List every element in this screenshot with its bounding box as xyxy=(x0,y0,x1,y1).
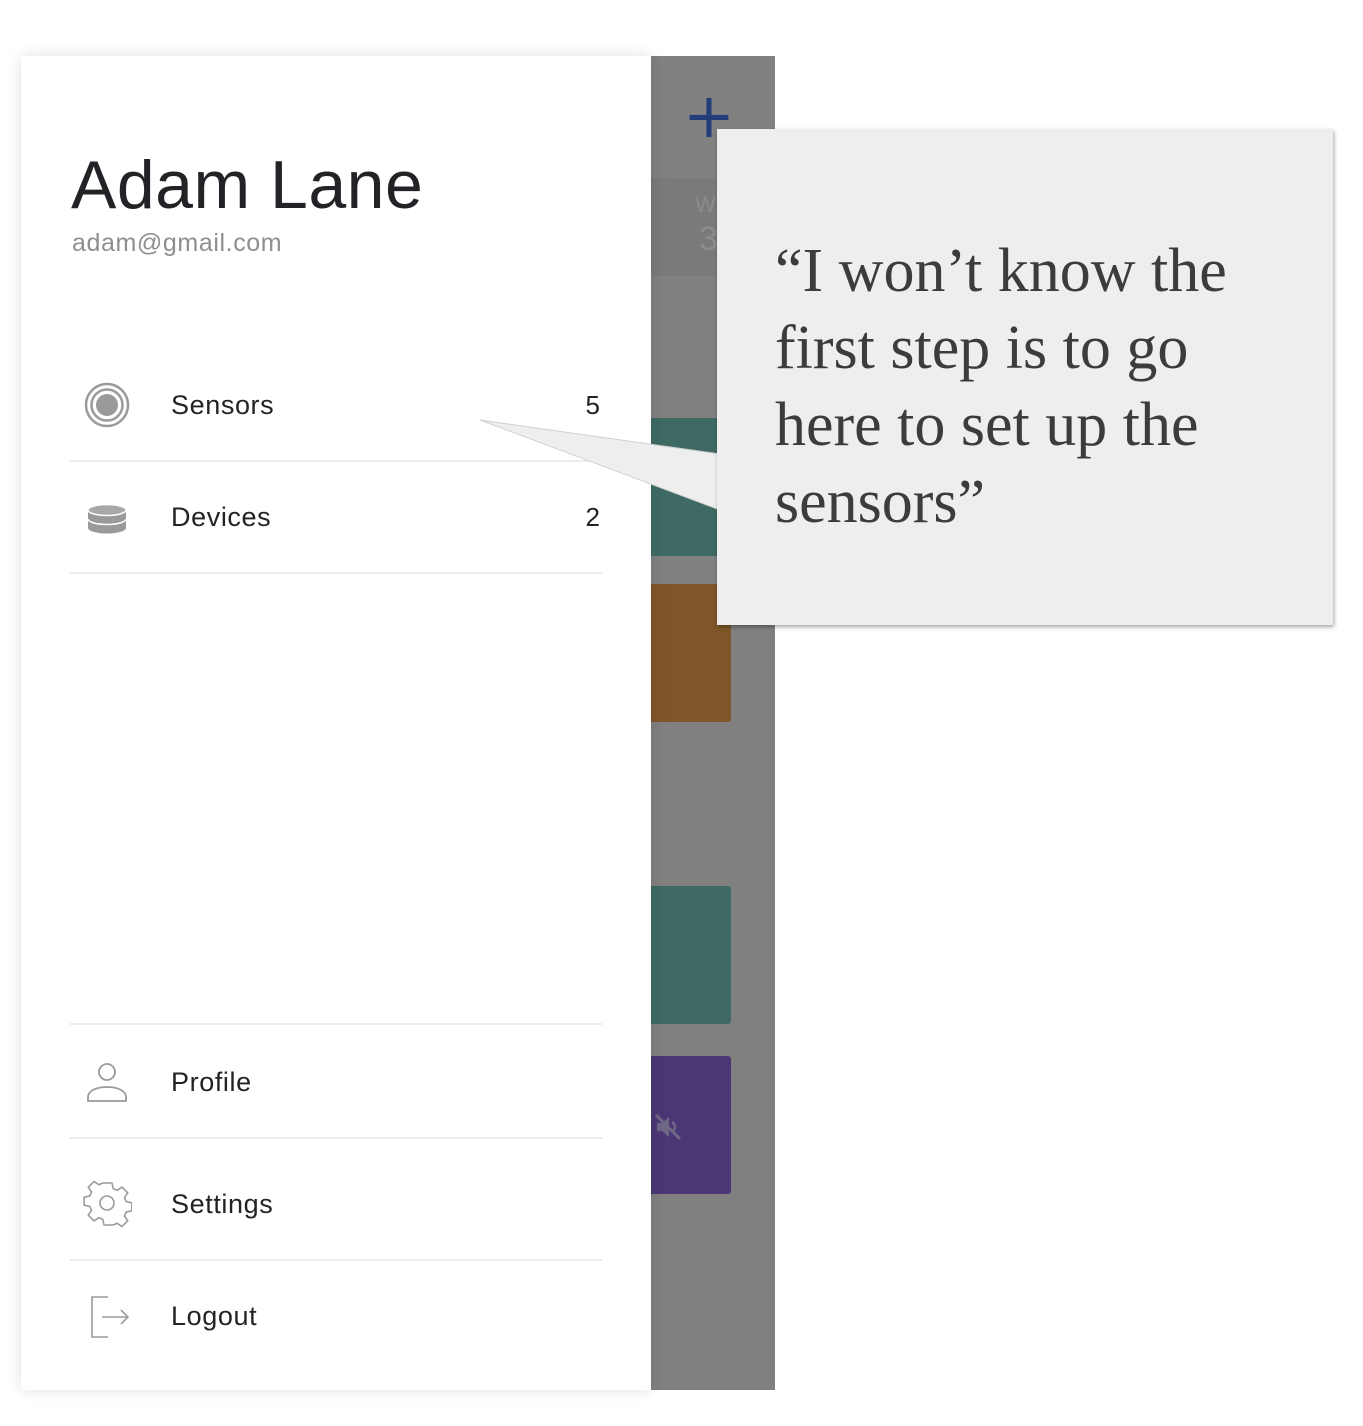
sidebar-item-logout[interactable]: Logout xyxy=(70,1261,602,1371)
mute-icon xyxy=(654,1113,682,1141)
sidebar-item-label: Profile xyxy=(171,1067,252,1097)
sidebar-item-label: Settings xyxy=(171,1189,274,1219)
gear-icon xyxy=(83,1180,132,1228)
callout-pointer xyxy=(479,419,721,511)
callout-quote: “I won’t know the first step is to go he… xyxy=(775,237,1227,536)
user-email: adam@gmail.com xyxy=(72,229,283,257)
app-card-teal[interactable] xyxy=(641,886,731,1024)
logout-icon xyxy=(91,1296,130,1338)
sidebar-item-label: Logout xyxy=(171,1301,258,1331)
stat-label: W xyxy=(695,192,716,217)
person-icon xyxy=(87,1063,127,1102)
sidebar-item-label: Sensors xyxy=(171,390,275,420)
stat-value: 3 xyxy=(699,220,718,258)
sidebar-item-profile[interactable]: Profile xyxy=(70,1027,602,1139)
navigation-drawer: Adam Lane adam@gmail.com Sensors 5 Devic… xyxy=(21,56,651,1390)
divider xyxy=(70,1023,602,1025)
user-name: Adam Lane xyxy=(71,147,424,223)
app-card-purple[interactable] xyxy=(641,1056,731,1194)
quote-callout: “I won’t know the first step is to go he… xyxy=(717,129,1333,625)
sidebar-item-label: Devices xyxy=(171,502,272,532)
device-stack-icon xyxy=(87,503,127,534)
sidebar-item-settings[interactable]: Settings xyxy=(70,1149,602,1261)
sensor-icon xyxy=(84,382,130,428)
